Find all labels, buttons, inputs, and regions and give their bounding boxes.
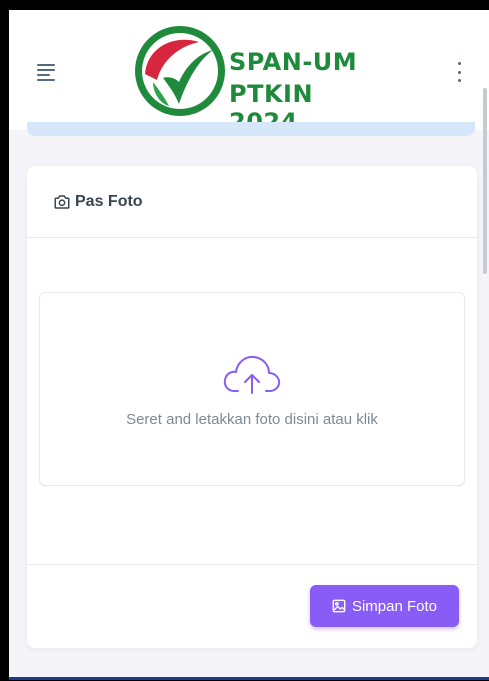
card-footer: Simpan Foto bbox=[27, 564, 477, 648]
top-navbar: SPAN-UM PTKIN 2024 bbox=[9, 10, 489, 136]
alert-strip bbox=[27, 122, 475, 136]
save-photo-button[interactable]: Simpan Foto bbox=[310, 585, 459, 627]
cloud-upload-icon bbox=[223, 355, 281, 394]
logo-emblem-icon bbox=[135, 26, 225, 116]
photo-dropzone[interactable]: Seret and letakkan foto disini atau klik bbox=[39, 292, 465, 486]
bottom-border bbox=[9, 677, 489, 680]
image-icon bbox=[332, 599, 346, 613]
card-header: Pas Foto bbox=[27, 166, 477, 238]
app-frame: SPAN-UM PTKIN 2024 Pas Foto bbox=[9, 10, 489, 680]
scrollbar[interactable] bbox=[483, 88, 487, 274]
camera-icon bbox=[54, 194, 70, 209]
photo-card: Pas Foto Seret and letakkan foto disini … bbox=[27, 166, 477, 648]
dots-vertical-icon[interactable] bbox=[455, 62, 463, 82]
card-title-text: Pas Foto bbox=[75, 192, 143, 210]
save-photo-label: Simpan Foto bbox=[351, 597, 438, 615]
card-title: Pas Foto bbox=[53, 193, 143, 211]
dropzone-text: Seret and letakkan foto disini atau klik bbox=[126, 411, 378, 428]
logo-line-1: SPAN-UM bbox=[229, 48, 358, 76]
menu-icon[interactable] bbox=[37, 62, 61, 82]
logo: SPAN-UM PTKIN 2024 bbox=[133, 24, 373, 136]
